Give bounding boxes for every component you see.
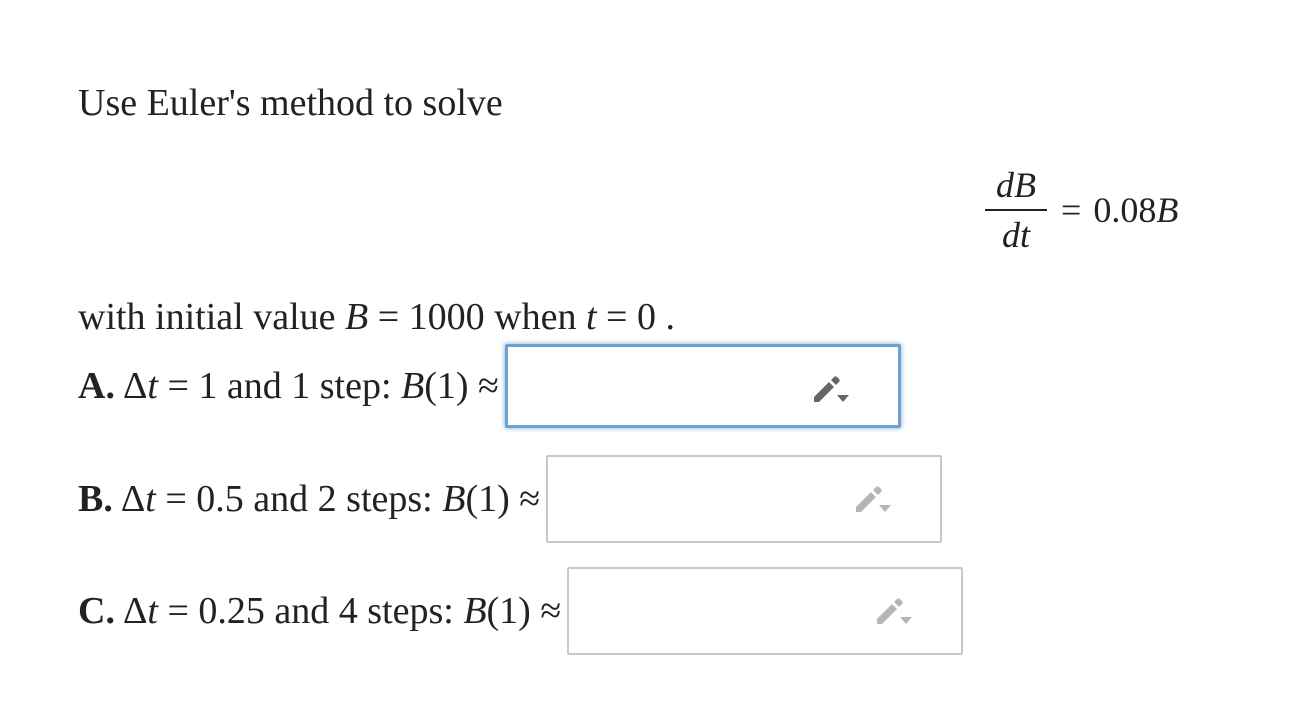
question-c: C. Δt = 0.25 and 4 steps: B(1) ≈ (78, 567, 964, 655)
delta-symbol: Δ (122, 590, 148, 632)
answer-input-a[interactable] (517, 357, 802, 419)
question-label: B. (78, 478, 113, 520)
differential-equation: dB dt = 0.08 B (985, 160, 1178, 260)
initial-var-t: t (585, 296, 597, 338)
rate-constant: 0.08 (1093, 190, 1157, 230)
pencil-dropdown-icon[interactable] (873, 593, 913, 629)
intro-text: Use Euler's method to solve (78, 82, 503, 124)
answer-box-a[interactable] (504, 344, 901, 428)
answer-input-b[interactable] (558, 467, 843, 529)
question-result-arg: (1) ≈ (424, 365, 499, 407)
question-result-arg: (1) ≈ (486, 590, 562, 632)
initial-eq1: = 1000 when (368, 296, 586, 338)
question-result-arg: (1) ≈ (465, 478, 541, 520)
question-step-text: = 1 and 1 step: (157, 365, 402, 407)
pencil-dropdown-icon[interactable] (810, 371, 850, 407)
question-b: B. Δt = 0.5 and 2 steps: B(1) ≈ (78, 455, 943, 543)
initial-condition: with initial value B = 1000 when t = 0 . (78, 294, 675, 340)
question-var-t: t (147, 590, 158, 632)
fraction-denominator: dt (1001, 215, 1030, 255)
question-text: Δt = 1 and 1 step: B(1) ≈ (123, 364, 499, 408)
equals-sign: = (1061, 190, 1082, 230)
question-var-t: t (147, 365, 158, 407)
rhs-variable: B (1156, 190, 1179, 230)
question-label: A. (78, 365, 115, 407)
pencil-dropdown-icon[interactable] (852, 481, 892, 517)
answer-box-c[interactable] (567, 567, 964, 655)
fraction-bar (985, 209, 1047, 211)
question-a: A. Δt = 1 and 1 step: B(1) ≈ (78, 344, 901, 428)
question-result-var: B (463, 590, 487, 632)
delta-symbol: Δ (120, 478, 146, 520)
derivative-fraction: dB dt (985, 165, 1047, 255)
question-text: Δt = 0.5 and 2 steps: B(1) ≈ (121, 477, 540, 521)
delta-symbol: Δ (122, 365, 148, 407)
fraction-numerator: dB (996, 165, 1036, 205)
initial-prefix: with initial value (78, 296, 346, 338)
answer-box-b[interactable] (546, 455, 943, 543)
question-result-var: B (401, 365, 425, 407)
question-text: Δt = 0.25 and 4 steps: B(1) ≈ (123, 589, 561, 633)
initial-var-b: B (345, 296, 369, 338)
initial-eq2: = 0 . (596, 296, 675, 338)
question-step-text: = 0.25 and 4 steps: (157, 590, 464, 632)
question-label: C. (78, 590, 115, 632)
answer-input-c[interactable] (579, 579, 864, 641)
question-var-t: t (145, 478, 156, 520)
question-result-var: B (442, 478, 466, 520)
question-step-text: = 0.5 and 2 steps: (155, 478, 443, 520)
